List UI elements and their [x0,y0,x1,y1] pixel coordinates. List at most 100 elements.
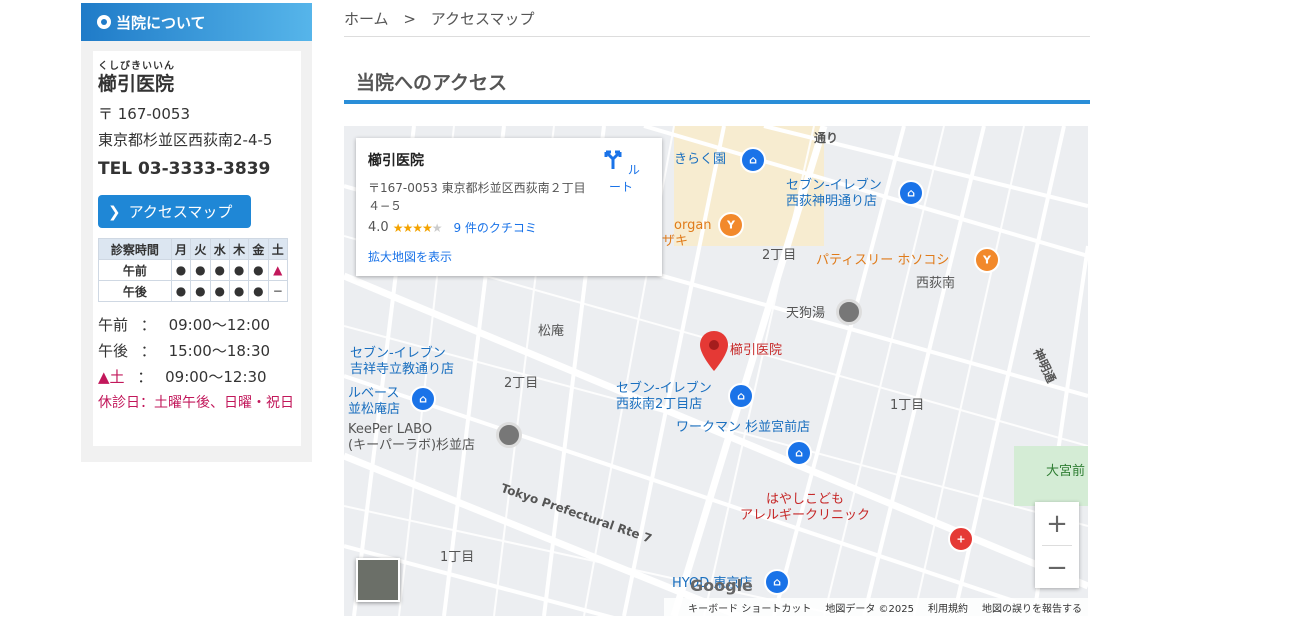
hours-cell: ● [228,280,250,302]
rating-value: 4.0 [368,220,389,235]
label-keeper[interactable]: KeePer LABO (キーパーラボ)杉並店 [348,422,475,454]
hours-header-cell: 水 [209,238,230,260]
hours-cell: ● [248,259,269,281]
hours-table-header: 診察時間 月 火 水 木 金 土 [98,238,289,260]
terms-link[interactable]: 利用規約 [928,600,968,615]
time-value: 15:00〜18:30 [168,342,271,360]
label-nishiogiminami: 西荻南 [916,276,956,291]
label-organ[interactable]: organ [674,218,712,234]
place-rating: 4.0 ★★★★★ 9 件のクチコミ [368,219,650,236]
shopping-bag-icon[interactable]: ⌂ [728,383,754,409]
directions-icon [604,150,622,169]
hours-cell: ● [170,280,192,302]
star-rating-icon: ★★★★★ [392,220,443,235]
clinic-name: 櫛引医院 [98,73,175,95]
hours-header-cell: 土 [267,238,289,260]
label-ruberse[interactable]: ルベース 並松庵店 [348,386,400,418]
clinic-name-ruby: くしびきいいん [98,61,175,72]
access-map-button[interactable]: ❯ アクセスマップ [98,195,251,228]
shopping-bag-icon[interactable]: ⌂ [898,180,924,206]
opening-times: 午前 ： 09:00〜12:00 午後 ： 15:00〜18:30 ▲土 ： 0… [98,312,296,390]
circle-dot-icon [97,15,111,29]
breadcrumb-divider [344,36,1090,37]
time-separator: ： [137,368,153,386]
label-clinic-marker[interactable]: 櫛引医院 [730,343,782,359]
telephone[interactable]: TEL 03-3333-3839 [98,157,296,181]
label-patisserie[interactable]: パティスリー ホソコシ [816,253,949,269]
hours-cell: ● [228,259,250,281]
hours-header-cell: 月 [170,238,192,260]
map-data-text: 地図データ ©2025 [825,603,914,615]
hours-cell: ● [209,280,230,302]
hours-cell: ● [209,259,230,281]
access-map-button-label: アクセスマップ [128,203,233,221]
label-zaki[interactable]: ザキ [662,234,688,250]
keyboard-shortcuts-link[interactable]: キーボード ショートカット [688,600,811,615]
clinic-info-card: くしびきいいん 櫛引医院 〒 167-0053 東京都杉並区西荻南2-4-5 T… [93,51,301,446]
zoom-in-button[interactable]: + [1035,502,1079,545]
label-seven-nishiogi[interactable]: セブン-イレブン 西荻神明通り店 [786,178,882,210]
bathhouse-icon[interactable] [836,299,862,325]
shopping-bag-icon[interactable]: ⌂ [740,147,766,173]
google-logo: Google [690,576,753,595]
hours-header-cell: 火 [190,238,211,260]
label-2chome-top: 2丁目 [762,248,797,263]
restaurant-icon[interactable]: Y [974,247,1000,273]
shopping-bag-icon[interactable]: ⌂ [410,386,436,412]
table-row: 午前 ● ● ● ● ● ▲ [98,259,289,281]
label-2chome-left: 2丁目 [504,376,539,391]
hours-row-label: 午前 [98,259,172,281]
label-shoan: 松庵 [538,324,565,339]
breadcrumb: ホーム > アクセスマップ [344,8,535,29]
hours-table: 診察時間 月 火 水 木 金 土 午前 ● ● ● ● ● ▲ 午後 ● ● ●… [98,238,289,302]
google-map[interactable]: きらく園 ⌂ セブン-イレブン 西荻神明通り店 ⌂ organ Y ザキ 2丁目… [344,126,1088,616]
label-dori: 通り [814,131,839,145]
hours-cell: ● [248,280,269,302]
label-1chome-right: 1丁目 [890,398,925,413]
breadcrumb-current: アクセスマップ [430,10,535,28]
enlarge-map-link[interactable]: 拡大地図を表示 [368,248,650,265]
sidebar: 当院について くしびきいいん 櫛引医院 〒 167-0053 東京都杉並区西荻南… [81,3,312,462]
place-address: 〒167-0053 東京都杉並区西荻南２丁目４−５ [368,181,586,213]
sidebar-header: 当院について [81,3,312,41]
zoom-out-button[interactable]: − [1035,546,1079,589]
sidebar-header-label: 当院について [116,13,206,32]
reviews-link[interactable]: 9 件のクチコミ [453,219,536,236]
time-label: 午後 [98,342,129,360]
map-marker-icon[interactable] [700,331,728,371]
table-row: 午後 ● ● ● ● ● − [98,280,289,302]
breadcrumb-home-link[interactable]: ホーム [344,10,389,28]
hours-cell: ▲ [267,259,289,281]
label-kiraku[interactable]: きらく園 [674,152,726,168]
shopping-bag-icon[interactable]: ⌂ [764,569,790,595]
shopping-bag-icon[interactable]: ⌂ [786,440,812,466]
label-seven-kichijoji[interactable]: セブン-イレブン 吉祥寺立教通り店 [350,346,454,378]
hours-cell: ● [170,259,192,281]
hours-header-cell: 金 [248,238,269,260]
time-row-saturday: ▲土 ： 09:00〜12:30 [98,364,296,390]
time-separator: ： [140,342,156,360]
title-underline [344,100,1090,104]
route-button[interactable]: ルート [601,148,641,195]
label-tenguyu[interactable]: 天狗湯 [786,306,825,322]
satellite-layer-toggle[interactable] [356,558,400,602]
label-seven-nishiogi2[interactable]: セブン-イレブン 西荻南2丁目店 [616,381,712,413]
time-label: 午前 [98,316,129,334]
label-hayashi-clinic[interactable]: はやしこども アレルギークリニック [740,492,870,524]
zoom-controls: + − [1035,502,1079,588]
chevron-right-icon: ❯ [108,202,121,221]
restaurant-icon[interactable]: Y [718,212,744,238]
time-value: 09:00〜12:00 [168,316,271,334]
hours-cell: ● [190,280,211,302]
label-omiya[interactable]: 大宮前 [1046,464,1085,480]
label-workman[interactable]: ワークマン 杉並宮前店 [676,420,810,436]
report-error-link[interactable]: 地図の誤りを報告する [982,600,1082,615]
hours-cell: ● [190,259,211,281]
hours-header-cell: 木 [228,238,250,260]
breadcrumb-separator: > [403,10,416,28]
map-attribution: キーボード ショートカット 地図データ ©2025 利用規約 地図の誤りを報告す… [664,598,1088,616]
car-wash-icon[interactable] [496,422,522,448]
time-row-afternoon: 午後 ： 15:00〜18:30 [98,338,296,364]
hospital-icon[interactable]: + [948,526,974,552]
time-label: ▲土 [98,368,125,386]
